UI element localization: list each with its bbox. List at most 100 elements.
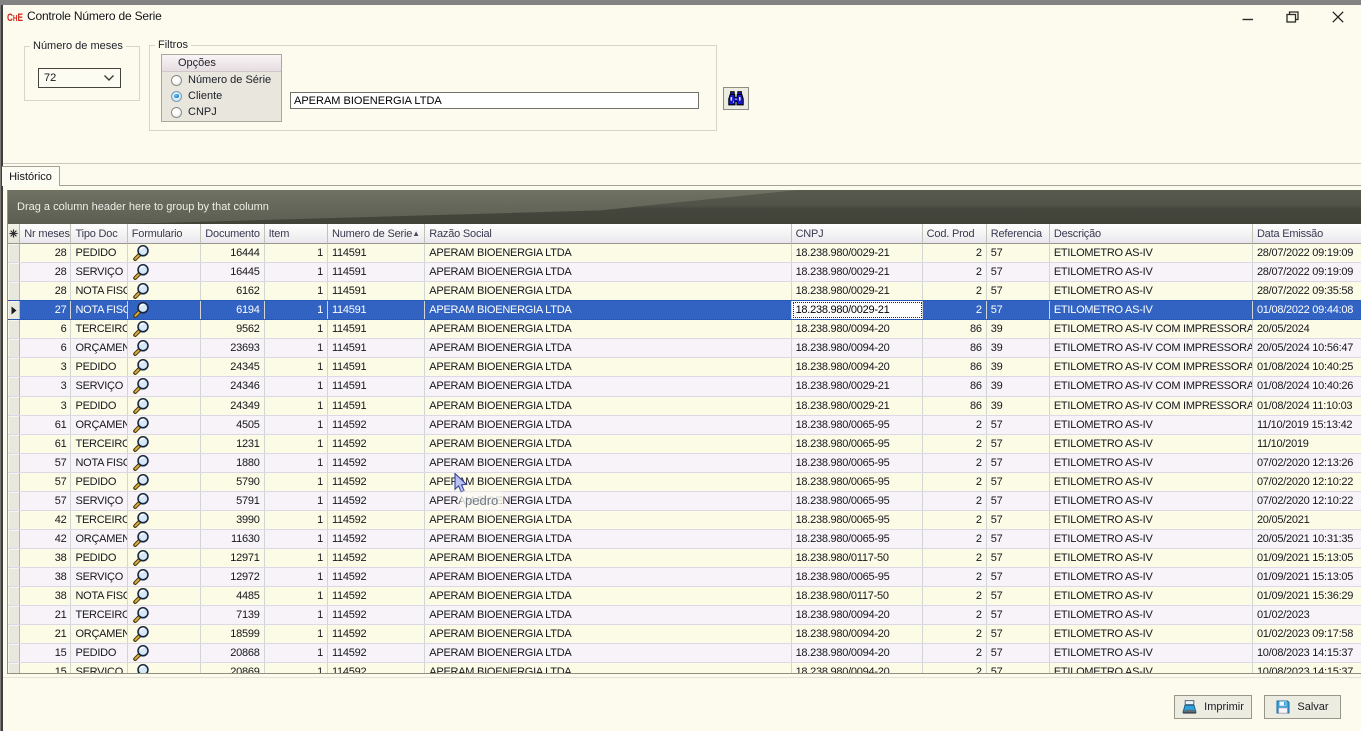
cell-documento[interactable]: 12972 <box>201 568 264 586</box>
cell-numero_serie[interactable]: 114591 <box>328 244 425 262</box>
cell-formulario[interactable] <box>128 263 202 281</box>
minimize-button[interactable] <box>1237 8 1259 26</box>
cell-referencia[interactable]: 39 <box>987 358 1050 376</box>
cell-razao_social[interactable]: APERAM BIOENERGIA LTDA <box>425 435 791 453</box>
cell-item[interactable]: 1 <box>265 301 328 319</box>
table-row[interactable]: 38NOTA FISCAL44851114592APERAM BIOENERGI… <box>8 587 1361 606</box>
table-row[interactable]: 27NOTA FISCAL61941114591APERAM BIOENERGI… <box>8 300 1361 320</box>
restore-button[interactable] <box>1281 8 1303 26</box>
column-header-documento[interactable]: Documento <box>201 224 264 244</box>
cell-formulario[interactable] <box>128 320 202 338</box>
cell-tipo_doc[interactable]: ORÇAMENTO <box>71 530 127 548</box>
cell-data_emissao[interactable]: 01/09/2021 15:36:29 <box>1253 587 1361 605</box>
cell-documento[interactable]: 12971 <box>201 549 264 567</box>
cell-cnpj[interactable]: 18.238.980/0094-20 <box>792 358 923 376</box>
cell-documento[interactable]: 18599 <box>201 625 264 643</box>
cell-descricao[interactable]: ETILOMETRO AS-IV <box>1050 644 1253 662</box>
cell-razao_social[interactable]: APERAM BIOENERGIA LTDA <box>425 377 791 395</box>
cell-cnpj[interactable]: 18.238.980/0029-21 <box>792 244 923 262</box>
tab-historico[interactable]: Histórico <box>2 166 60 186</box>
cell-descricao[interactable]: ETILOMETRO AS-IV <box>1050 549 1253 567</box>
cell-nr_meses[interactable]: 61 <box>20 435 71 453</box>
cell-documento[interactable]: 1880 <box>201 454 264 472</box>
cell-numero_serie[interactable]: 114592 <box>328 644 425 662</box>
cell-numero_serie[interactable]: 114592 <box>328 511 425 529</box>
cell-nr_meses[interactable]: 38 <box>20 568 71 586</box>
cell-cnpj[interactable]: 18.238.980/0094-20 <box>792 625 923 643</box>
table-row[interactable]: 61TERCEIROS12311114592APERAM BIOENERGIA … <box>8 435 1361 454</box>
cell-razao_social[interactable]: APERAM BIOENERGIA LTDA <box>425 397 791 415</box>
cell-cnpj[interactable]: 18.238.980/0065-95 <box>792 416 923 434</box>
cell-formulario[interactable] <box>128 454 202 472</box>
cell-cnpj[interactable]: 18.238.980/0065-95 <box>792 454 923 472</box>
cell-descricao[interactable]: ETILOMETRO AS-IV COM IMPRESSORA TERMICA <box>1050 397 1253 415</box>
cell-tipo_doc[interactable]: SERVIÇO <box>71 492 127 510</box>
cell-item[interactable]: 1 <box>265 282 328 300</box>
cell-cnpj[interactable]: 18.238.980/0094-20 <box>792 606 923 624</box>
cell-data_emissao[interactable]: 11/10/2019 <box>1253 435 1361 453</box>
cell-referencia[interactable]: 39 <box>987 377 1050 395</box>
cell-razao_social[interactable]: APERAM BIOENERGIA LTDA <box>425 244 791 262</box>
table-row[interactable]: 28PEDIDO164441114591APERAM BIOENERGIA LT… <box>8 244 1361 263</box>
column-header-descricao[interactable]: Descrição <box>1050 224 1253 244</box>
cell-cod_prod[interactable]: 2 <box>923 549 987 567</box>
cell-documento[interactable]: 6162 <box>201 282 264 300</box>
cell-cod_prod[interactable]: 2 <box>923 454 987 472</box>
cell-nr_meses[interactable]: 28 <box>20 282 71 300</box>
cell-referencia[interactable]: 57 <box>987 454 1050 472</box>
cell-data_emissao[interactable]: 20/05/2024 10:56:47 <box>1253 339 1361 357</box>
cell-item[interactable]: 1 <box>265 397 328 415</box>
cell-cod_prod[interactable]: 2 <box>923 663 987 674</box>
cell-numero_serie[interactable]: 114592 <box>328 473 425 491</box>
cell-descricao[interactable]: ETILOMETRO AS-IV <box>1050 244 1253 262</box>
cell-formulario[interactable] <box>128 549 202 567</box>
cell-cod_prod[interactable]: 2 <box>923 568 987 586</box>
cell-numero_serie[interactable]: 114592 <box>328 435 425 453</box>
cell-nr_meses[interactable]: 3 <box>20 358 71 376</box>
search-button[interactable] <box>723 87 749 110</box>
cell-cod_prod[interactable]: 86 <box>923 339 987 357</box>
cell-data_emissao[interactable]: 20/05/2024 <box>1253 320 1361 338</box>
cell-nr_meses[interactable]: 38 <box>20 587 71 605</box>
cell-numero_serie[interactable]: 114592 <box>328 492 425 510</box>
cell-documento[interactable]: 16444 <box>201 244 264 262</box>
cell-cnpj[interactable]: 18.238.980/0029-21 <box>792 397 923 415</box>
cell-descricao[interactable]: ETILOMETRO AS-IV <box>1050 301 1253 319</box>
cell-cnpj[interactable]: 18.238.980/0094-20 <box>792 663 923 674</box>
cell-numero_serie[interactable]: 114592 <box>328 625 425 643</box>
cell-cod_prod[interactable]: 2 <box>923 625 987 643</box>
cell-numero_serie[interactable]: 114591 <box>328 301 425 319</box>
cell-razao_social[interactable]: APERAM BIOENERGIA LTDA <box>425 320 791 338</box>
table-row[interactable]: 57PEDIDO57901114592APERAM BIOENERGIA LTD… <box>8 473 1361 492</box>
cell-formulario[interactable] <box>128 473 202 491</box>
column-header-cod_prod[interactable]: Cod. Prod <box>923 224 987 244</box>
cell-nr_meses[interactable]: 6 <box>20 320 71 338</box>
cell-descricao[interactable]: ETILOMETRO AS-IV <box>1050 435 1253 453</box>
cell-data_emissao[interactable]: 01/09/2021 15:13:05 <box>1253 568 1361 586</box>
cell-numero_serie[interactable]: 114592 <box>328 530 425 548</box>
cell-cod_prod[interactable]: 2 <box>923 587 987 605</box>
cell-tipo_doc[interactable]: PEDIDO <box>71 397 127 415</box>
cell-referencia[interactable]: 39 <box>987 320 1050 338</box>
cell-razao_social[interactable]: APERAM BIOENERGIA LTDA <box>425 530 791 548</box>
table-row[interactable]: 28SERVIÇO164451114591APERAM BIOENERGIA L… <box>8 263 1361 282</box>
cell-tipo_doc[interactable]: NOTA FISCAL <box>71 301 127 319</box>
cell-referencia[interactable]: 57 <box>987 625 1050 643</box>
cell-referencia[interactable]: 57 <box>987 301 1050 319</box>
cell-razao_social[interactable]: APERAM BIOENERGIA LTDA <box>425 282 791 300</box>
cell-item[interactable]: 1 <box>265 358 328 376</box>
cell-nr_meses[interactable]: 42 <box>20 530 71 548</box>
cell-cod_prod[interactable]: 2 <box>923 530 987 548</box>
cell-numero_serie[interactable]: 114591 <box>328 320 425 338</box>
cell-data_emissao[interactable]: 01/08/2024 11:10:03 <box>1253 397 1361 415</box>
cell-cnpj[interactable]: 18.238.980/0029-21 <box>792 377 923 395</box>
cell-documento[interactable]: 4485 <box>201 587 264 605</box>
table-row[interactable]: 42TERCEIROS39901114592APERAM BIOENERGIA … <box>8 511 1361 530</box>
cell-cod_prod[interactable]: 2 <box>923 282 987 300</box>
cell-tipo_doc[interactable]: TERCEIROS <box>71 606 127 624</box>
cell-formulario[interactable] <box>128 606 202 624</box>
cell-documento[interactable]: 5790 <box>201 473 264 491</box>
cell-cod_prod[interactable]: 86 <box>923 320 987 338</box>
cell-nr_meses[interactable]: 57 <box>20 454 71 472</box>
cell-item[interactable]: 1 <box>265 549 328 567</box>
